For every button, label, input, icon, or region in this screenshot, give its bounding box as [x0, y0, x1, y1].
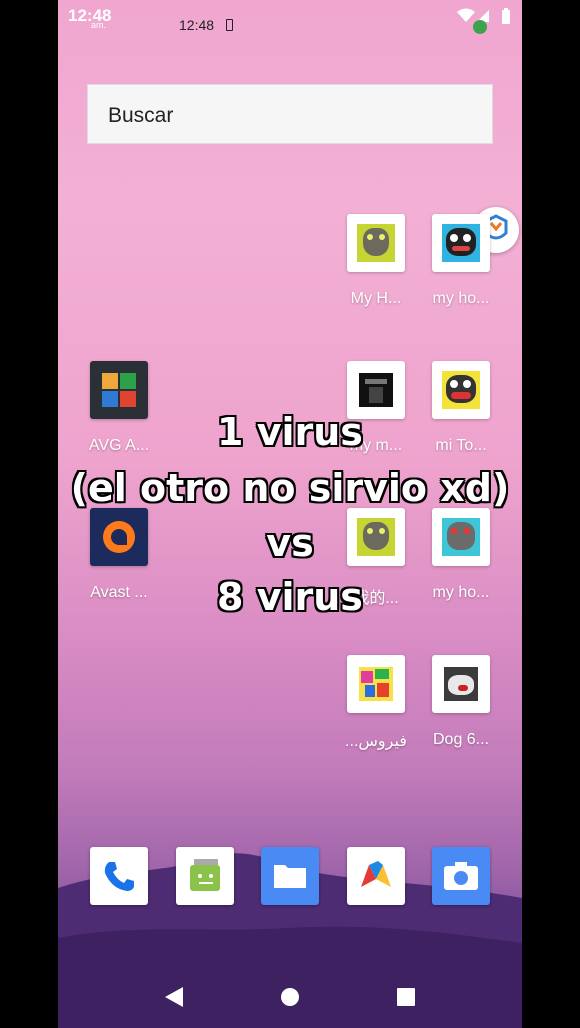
overlay-line-1: 1 virus [217, 410, 363, 454]
search-placeholder: Buscar [108, 104, 174, 127]
app-label: my ho... [432, 290, 490, 307]
wifi-icon [457, 8, 475, 22]
dock-phone[interactable] [74, 847, 164, 905]
home-icon[interactable] [280, 987, 300, 1007]
battery-icon [502, 10, 510, 24]
phone-icon [90, 847, 148, 905]
status-bar: 12:48 am. 12:48 [0, 0, 580, 40]
dock-messages[interactable] [160, 847, 250, 905]
dock-camera[interactable] [416, 847, 506, 905]
app-label: ...فيروس [345, 733, 407, 750]
colorful-pixel-icon [347, 655, 405, 713]
app-dog[interactable]: Dog 6... [416, 655, 506, 749]
files-icon [261, 847, 319, 905]
tom-cat-blue-icon [432, 214, 490, 272]
overlay-line-4: 8 virus [217, 575, 363, 619]
dock-files[interactable] [245, 847, 335, 905]
dog-photo-icon [432, 655, 490, 713]
app-arabic-virus[interactable]: ...فيروس [331, 655, 421, 751]
messages-icon [176, 847, 234, 905]
vlc-like-icon [347, 847, 405, 905]
status-ampm: am. [91, 20, 107, 30]
vpn-badge-icon [473, 20, 487, 34]
app-label: My H... [350, 290, 402, 307]
recents-icon[interactable] [396, 987, 416, 1007]
battery-small-icon [226, 19, 233, 31]
app-my-h[interactable]: My H... [331, 214, 421, 308]
status-time-secondary: 12:48 [179, 17, 215, 33]
talking-tom-icon [347, 214, 405, 272]
search-bar[interactable]: Buscar [87, 84, 493, 144]
overlay-line-2: (el otro no sirvio xd) [70, 466, 510, 510]
camera-icon [432, 847, 490, 905]
app-my-ho-1[interactable]: my ho... [416, 214, 506, 308]
app-label: Dog 6... [432, 731, 490, 748]
system-icons [457, 8, 510, 34]
back-icon[interactable] [163, 985, 185, 1009]
overlay-line-3: vs [266, 521, 314, 565]
dock-vlc[interactable] [331, 847, 421, 905]
